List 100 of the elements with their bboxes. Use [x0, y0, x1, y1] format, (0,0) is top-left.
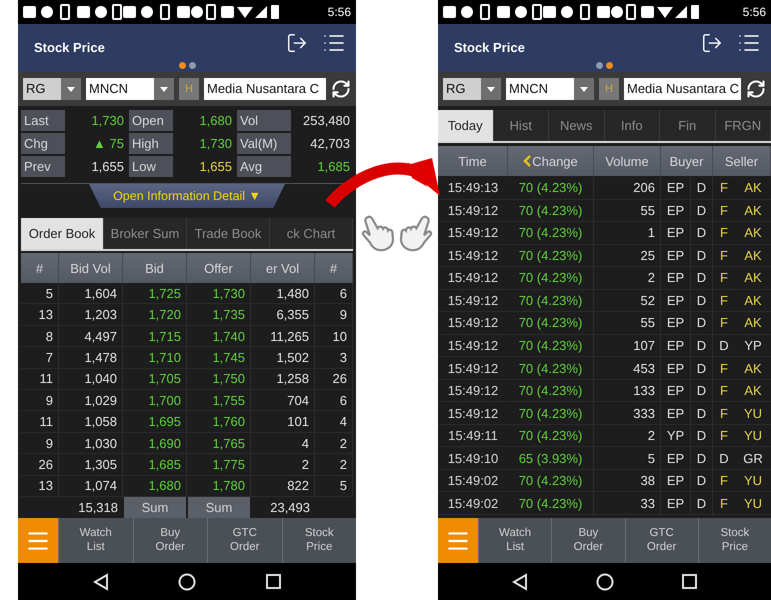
table-cell: 107 [594, 334, 661, 356]
table-cell: 2 [594, 267, 661, 289]
code-dropdown[interactable]: MNCN [506, 78, 594, 100]
table-cell-text: F [719, 179, 729, 198]
table-cell: 26 [21, 454, 59, 475]
table-cell-text: F [719, 202, 729, 220]
table-cell-text: 15:49:12 [446, 269, 500, 288]
table-cell: 33 [594, 492, 661, 514]
page-dot[interactable] [606, 62, 613, 69]
back-icon[interactable] [92, 572, 109, 590]
chevron-icon[interactable] [523, 154, 532, 168]
table-cell: 133 [594, 380, 661, 402]
table-cell: 11,265 [251, 326, 315, 346]
board-dropdown[interactable]: RG [443, 78, 501, 100]
table-cell-text: F [719, 494, 729, 513]
tab[interactable]: Broker Sum [104, 218, 187, 249]
company-field[interactable]: Media Nusantara C [624, 78, 741, 100]
sum-button[interactable]: Sum [188, 497, 250, 518]
tab[interactable]: FRGN [716, 110, 771, 141]
info-detail-toggle[interactable]: Open Information Detail ▼ [89, 184, 285, 208]
table-cell: 1,715 [123, 326, 187, 346]
table-cell-text: AK [743, 202, 763, 220]
table-cell: 4,497 [59, 326, 123, 346]
quote-label: Last [21, 110, 65, 131]
page-dot[interactable] [596, 62, 603, 69]
table-cell: 1,780 [187, 476, 251, 496]
tab[interactable]: Today [438, 110, 494, 141]
table-cell-text: 15:49:11 [447, 427, 499, 446]
sum-value: 23,493 [269, 499, 311, 517]
table-cell: EP [661, 334, 691, 356]
table-cell-text: AK [743, 179, 763, 198]
table-cell-text: D [718, 336, 730, 355]
page-dot[interactable] [178, 62, 186, 69]
tab[interactable]: Info [604, 110, 660, 141]
company-field[interactable]: Media Nusantara C [204, 78, 326, 100]
table-cell: D [691, 357, 713, 379]
table-cell: 1,478 [59, 347, 123, 368]
column-header: Bid Vol [70, 260, 111, 276]
table-cell: 1,725 [123, 283, 187, 304]
tab[interactable]: Fin [660, 110, 716, 141]
quote-label: Low [129, 156, 173, 177]
table-cell: D [691, 380, 713, 402]
table-cell-text: 15:49:12 [446, 404, 500, 423]
table-cell: 1,775 [187, 454, 251, 475]
table-cell: 206 [594, 177, 661, 199]
table-cell: 70 (4.23%) [508, 267, 594, 289]
logout-icon[interactable] [286, 32, 308, 54]
page-dot[interactable] [188, 62, 196, 69]
table-cell: 1,750 [187, 368, 251, 390]
home-icon[interactable] [596, 572, 614, 590]
quote-label: Chg [21, 133, 65, 154]
table-cell: 70 (4.23%) [508, 357, 594, 379]
table-cell: 1,755 [187, 390, 251, 410]
table-cell: 1,765 [187, 432, 251, 454]
refresh-icon[interactable] [331, 79, 351, 99]
recents-icon[interactable] [682, 574, 697, 589]
table-cell: 1,710 [123, 347, 187, 368]
tab[interactable]: News [549, 110, 604, 141]
table-cell: D [691, 177, 713, 199]
tab[interactable]: Hist [494, 110, 549, 141]
tab[interactable]: Trade Book [187, 218, 270, 249]
table-cell: 333 [594, 402, 661, 424]
code-dropdown[interactable]: MNCN [86, 78, 174, 100]
table-cell: 10 [315, 326, 353, 346]
table-cell-text: F [719, 360, 729, 378]
quote-value: 1,730 [90, 112, 125, 130]
table-cell-text: 15:49:12 [446, 292, 500, 310]
sum-button[interactable]: Sum [124, 497, 186, 518]
sum-value: 15,318 [77, 499, 119, 517]
table-cell-text: F [719, 427, 729, 446]
table-cell: 70 (4.23%) [508, 200, 594, 222]
table-cell: 6 [315, 283, 353, 304]
table-cell: 1,029 [59, 390, 123, 410]
table-cell: EP [661, 447, 691, 469]
quote-label: Vol [237, 110, 291, 131]
table-cell-text: 15:49:02 [446, 472, 500, 490]
status-time: 5:56 [742, 5, 766, 19]
table-cell: D [691, 447, 713, 469]
table-cell: 65 (3.93%) [508, 447, 594, 469]
table-cell: 70 (4.23%) [508, 244, 594, 266]
table-cell-text: 15:49:12 [446, 360, 500, 378]
screen-title: Stock Price [34, 38, 106, 54]
recents-icon[interactable] [266, 574, 282, 589]
table-cell: 1,740 [187, 326, 251, 346]
board-dropdown[interactable]: RG [23, 78, 81, 100]
logout-icon[interactable] [701, 32, 723, 54]
table-cell: EP [661, 200, 691, 222]
refresh-icon[interactable] [746, 79, 766, 99]
table-cell-text: AK [743, 224, 763, 242]
quote-value: 1,655 [90, 158, 125, 176]
table-cell-text: 15:49:12 [446, 314, 500, 332]
table-cell-text: AK [743, 246, 763, 265]
home-icon[interactable] [178, 572, 196, 590]
table-cell: 1,305 [59, 454, 123, 475]
table-cell: 2 [315, 432, 353, 454]
tab[interactable]: Order Book [21, 218, 104, 249]
table-cell: 704 [251, 390, 315, 410]
tab[interactable]: ck Chart [270, 218, 353, 249]
back-icon[interactable] [512, 572, 528, 590]
table-cell: 70 (4.23%) [508, 492, 594, 514]
